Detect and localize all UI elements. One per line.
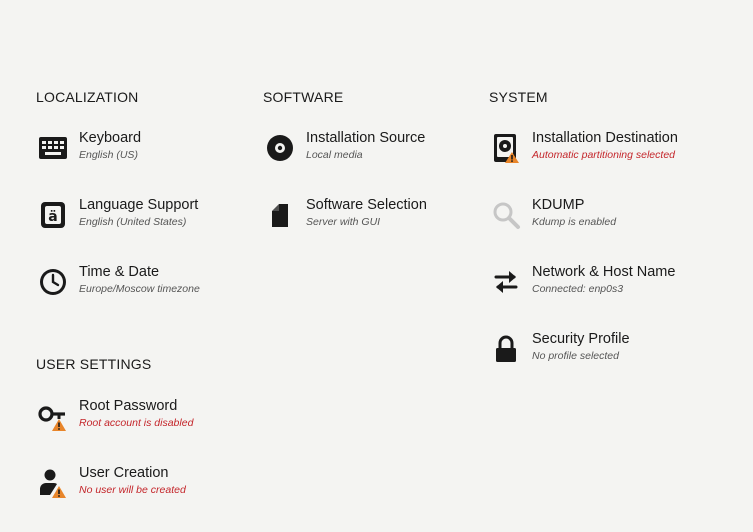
user-creation-status: No user will be created	[79, 484, 186, 496]
security-profile-status: No profile selected	[532, 350, 619, 362]
lock-icon	[490, 333, 522, 365]
clock-icon	[37, 266, 69, 298]
time-label: Time & Date	[79, 264, 160, 280]
spoke-security-profile[interactable]: Security Profile No profile selected	[490, 331, 700, 371]
software-selection-status: Server with GUI	[306, 216, 381, 228]
software-heading: SOFTWARE	[263, 89, 344, 105]
spoke-software-selection[interactable]: Software Selection Server with GUI	[264, 197, 474, 237]
spoke-root-password[interactable]: Root Password Root account is disabled	[37, 398, 247, 438]
spoke-user-creation[interactable]: User Creation No user will be created	[37, 465, 247, 505]
user-settings-heading: USER SETTINGS	[36, 356, 152, 372]
harddisk-warning-icon	[490, 132, 522, 164]
system-heading: SYSTEM	[489, 89, 548, 105]
kdump-status: Kdump is enabled	[532, 216, 617, 228]
network-arrows-icon	[490, 266, 522, 298]
network-label: Network & Host Name	[532, 264, 676, 280]
keyboard-icon	[37, 132, 69, 164]
spoke-installation-source[interactable]: Installation Source Local media	[264, 130, 474, 170]
spoke-installation-destination[interactable]: Installation Destination Automatic parti…	[490, 130, 700, 170]
network-status: Connected: enp0s3	[532, 283, 624, 295]
user-creation-label: User Creation	[79, 465, 169, 481]
time-status: Europe/Moscow timezone	[79, 283, 200, 295]
keyboard-status: English (US)	[79, 149, 138, 161]
installation-source-label: Installation Source	[306, 130, 426, 146]
spoke-language-support[interactable]: ä Language Support English (United State…	[37, 197, 247, 237]
installation-destination-label: Installation Destination	[532, 130, 678, 146]
installation-destination-status: Automatic partitioning selected	[532, 149, 675, 161]
localization-heading: LOCALIZATION	[36, 89, 139, 105]
spoke-kdump[interactable]: KDUMP Kdump is enabled	[490, 197, 700, 237]
user-warning-icon	[37, 467, 69, 499]
disc-icon	[264, 132, 296, 164]
language-icon: ä	[37, 199, 69, 231]
language-label: Language Support	[79, 197, 199, 213]
package-icon	[264, 199, 296, 231]
software-selection-label: Software Selection	[306, 197, 427, 213]
spoke-keyboard[interactable]: Keyboard English (US)	[37, 130, 247, 170]
spoke-network-host-name[interactable]: Network & Host Name Connected: enp0s3	[490, 264, 700, 304]
root-password-status: Root account is disabled	[79, 417, 194, 429]
language-status: English (United States)	[79, 216, 187, 228]
kdump-label: KDUMP	[532, 197, 585, 213]
spoke-time-date[interactable]: Time & Date Europe/Moscow timezone	[37, 264, 247, 304]
installation-source-status: Local media	[306, 149, 363, 161]
svg-text:ä: ä	[48, 209, 57, 225]
root-password-label: Root Password	[79, 398, 178, 414]
magnifier-icon	[490, 199, 522, 231]
keyboard-label: Keyboard	[79, 130, 142, 146]
key-warning-icon	[37, 400, 69, 432]
security-profile-label: Security Profile	[532, 331, 630, 347]
